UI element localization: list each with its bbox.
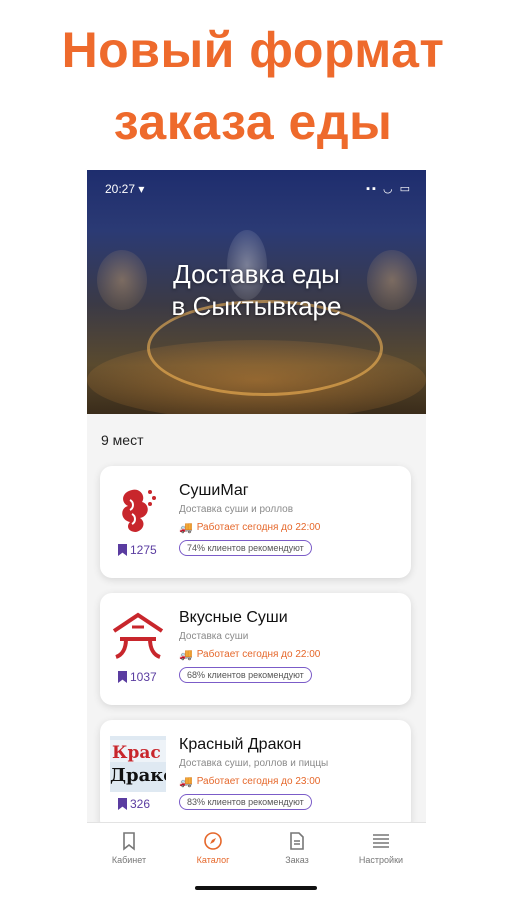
tab-zakaz[interactable]: Заказ xyxy=(255,831,339,865)
vkusnye-sushi-logo xyxy=(110,609,166,665)
hero-title-line-2: в Сыктывкаре xyxy=(171,291,342,321)
bookmark-count: 1275 xyxy=(118,543,157,557)
restaurant-description: Доставка суши, роллов и пиццы xyxy=(179,758,329,769)
restaurant-hours-text: Работает сегодня до 22:00 xyxy=(196,522,321,533)
tab-kabinet[interactable]: Кабинет xyxy=(87,831,171,865)
bookmark-icon xyxy=(87,831,171,851)
recommend-badge: 68% клиентов рекомендуют xyxy=(179,667,312,683)
restaurant-card-krasny-drakon[interactable]: Крас Драко 326 Красный Дракон Доставка с… xyxy=(100,720,411,832)
restaurant-name: Красный Дракон xyxy=(179,736,302,753)
restaurant-description: Доставка суши xyxy=(179,631,249,642)
krasny-drakon-logo: Крас Драко xyxy=(110,736,175,792)
restaurant-card-vkusnye-sushi[interactable]: 1037 Вкусные Суши Доставка суши 🚚 Работа… xyxy=(100,593,411,705)
delivery-truck-icon: 🚚 xyxy=(179,649,193,661)
headline-line-1: Новый формат xyxy=(61,22,445,78)
restaurant-name: СушиМаг xyxy=(179,482,249,499)
tab-nastroyki[interactable]: Настройки xyxy=(339,831,423,865)
recommend-badge: 83% клиентов рекомендуют xyxy=(179,794,312,810)
hero-title-line-1: Доставка еды xyxy=(173,259,340,289)
bookmark-icon xyxy=(118,544,127,556)
restaurant-description: Доставка суши и роллов xyxy=(179,504,294,515)
home-indicator[interactable] xyxy=(195,886,317,890)
status-icons: ▪▪ ◡ ▭ xyxy=(366,183,412,195)
restaurant-hours-text: Работает сегодня до 22:00 xyxy=(196,649,321,660)
bookmark-count-value: 1037 xyxy=(130,670,157,684)
restaurant-hours: 🚚 Работает сегодня до 22:00 xyxy=(179,648,320,661)
logo-text-line-1: Крас xyxy=(112,743,161,763)
delivery-truck-icon: 🚚 xyxy=(179,776,193,788)
hero-banner: 20:27 ▾ ▪▪ ◡ ▭ Доставка еды в Сыктывкаре xyxy=(87,170,426,414)
menu-icon xyxy=(339,831,423,851)
hero-title: Доставка еды в Сыктывкаре xyxy=(87,258,426,322)
document-icon xyxy=(255,831,339,851)
phone-screen: 20:27 ▾ ▪▪ ◡ ▭ Доставка еды в Сыктывкаре… xyxy=(87,170,426,900)
tab-label: Заказ xyxy=(285,855,309,865)
restaurant-card-sushimag[interactable]: 1275 СушиМаг Доставка суши и роллов 🚚 Ра… xyxy=(100,466,411,578)
bookmark-count-value: 1275 xyxy=(130,543,157,557)
sushimag-logo xyxy=(110,482,166,538)
bookmark-icon xyxy=(118,671,127,683)
status-time: 20:27 ▾ xyxy=(105,182,145,196)
headline-line-2: заказа еды xyxy=(113,94,393,150)
tab-label: Кабинет xyxy=(111,855,147,865)
restaurant-hours: 🚚 Работает сегодня до 22:00 xyxy=(179,521,320,534)
bookmark-icon xyxy=(118,798,127,810)
compass-icon xyxy=(171,831,255,851)
restaurant-hours: 🚚 Работает сегодня до 23:00 xyxy=(179,775,320,788)
tab-label: Каталог xyxy=(196,855,230,865)
recommend-badge: 74% клиентов рекомендуют xyxy=(179,540,312,556)
places-count: 9 мест xyxy=(101,432,144,448)
bookmark-count: 326 xyxy=(118,797,150,811)
logo-text-line-2: Драко xyxy=(110,765,166,786)
bookmark-count: 1037 xyxy=(118,670,157,684)
delivery-truck-icon: 🚚 xyxy=(179,522,193,534)
restaurant-name: Вкусные Суши xyxy=(179,609,288,626)
tab-katalog[interactable]: Каталог xyxy=(171,831,255,865)
bookmark-count-value: 326 xyxy=(130,797,151,811)
restaurant-hours-text: Работает сегодня до 23:00 xyxy=(196,776,321,787)
tab-label: Настройки xyxy=(358,855,404,865)
